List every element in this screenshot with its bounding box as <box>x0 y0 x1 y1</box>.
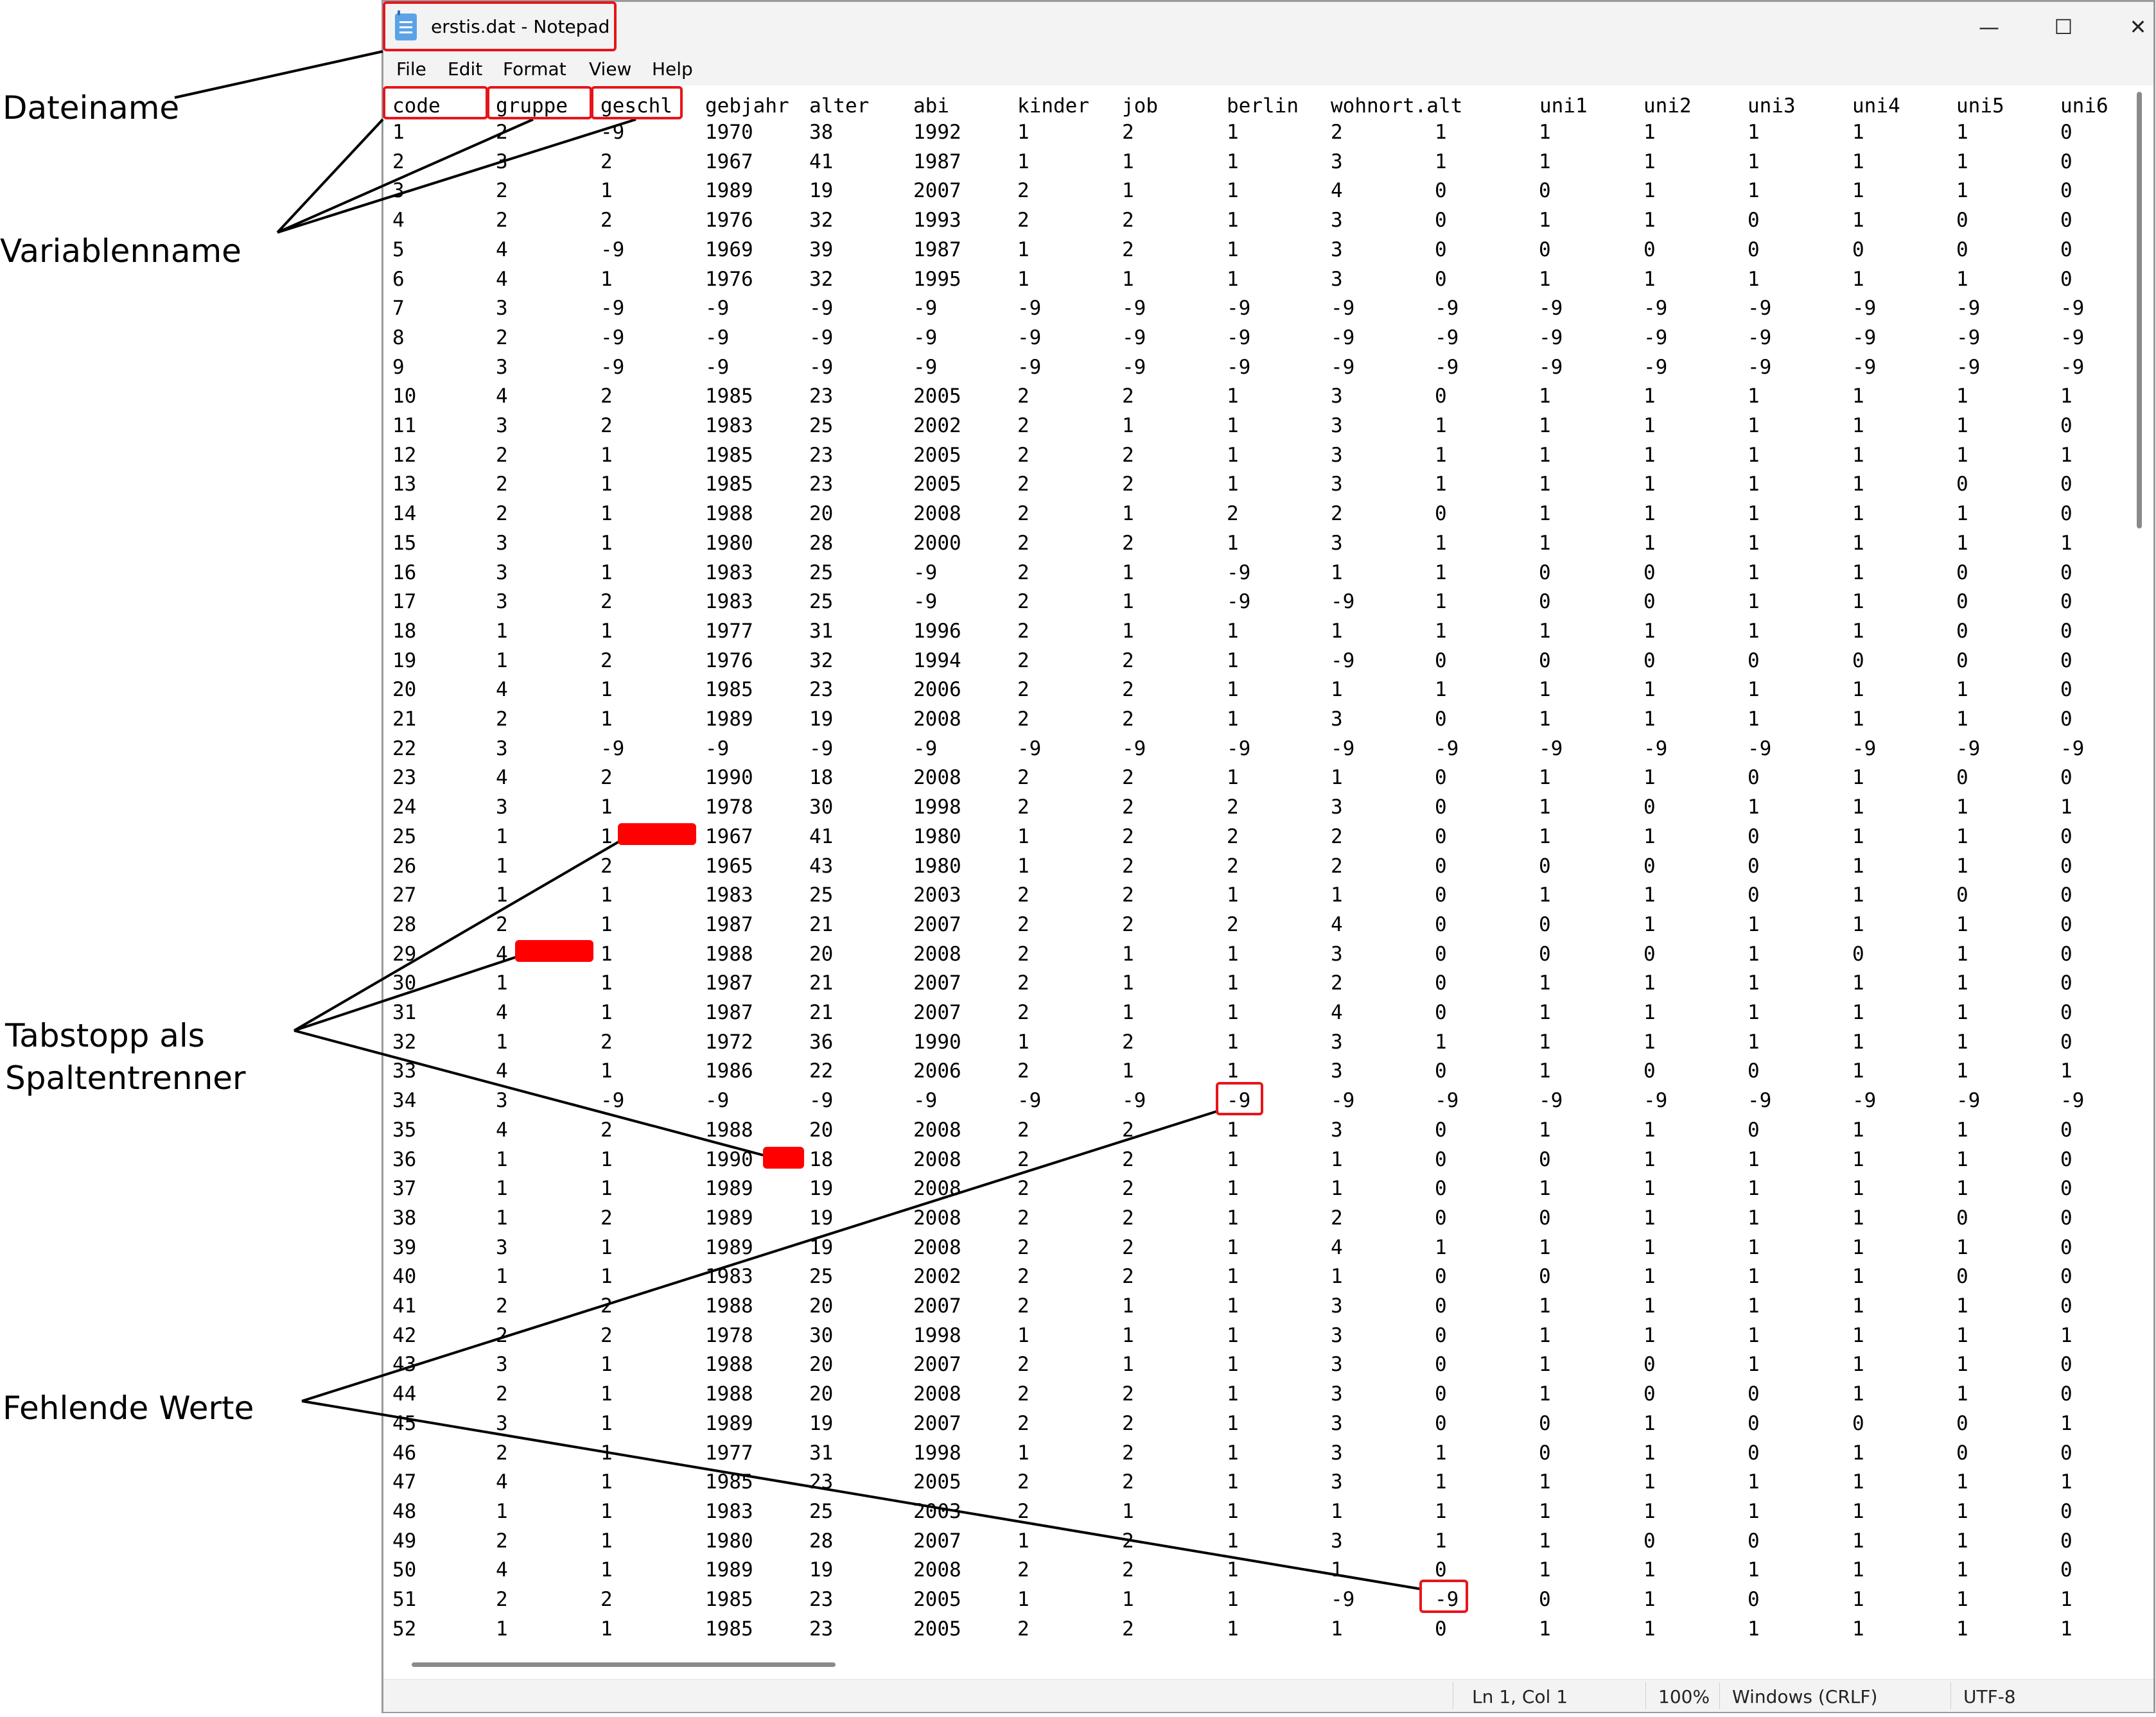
varname-highlight-geschl <box>591 86 683 119</box>
annotation-overlay <box>174 50 1423 1591</box>
filename-highlight <box>383 1 617 51</box>
varname-highlight-gruppe <box>487 86 592 119</box>
tab-marker-3 <box>763 1147 804 1169</box>
leader-tabstop-1 <box>293 840 621 1032</box>
varname-highlight-code <box>383 86 488 119</box>
leader-missing-2 <box>301 1400 1423 1591</box>
missing-highlight-berlin <box>1216 1082 1263 1115</box>
leader-tabstop-3 <box>294 1029 766 1157</box>
leader-varname-2 <box>277 118 534 234</box>
leader-tabstop-2 <box>294 955 518 1032</box>
tab-marker-2 <box>515 940 593 962</box>
missing-highlight-wohnort <box>1419 1580 1468 1613</box>
tab-marker-1 <box>618 823 696 845</box>
leader-filename <box>174 50 383 99</box>
